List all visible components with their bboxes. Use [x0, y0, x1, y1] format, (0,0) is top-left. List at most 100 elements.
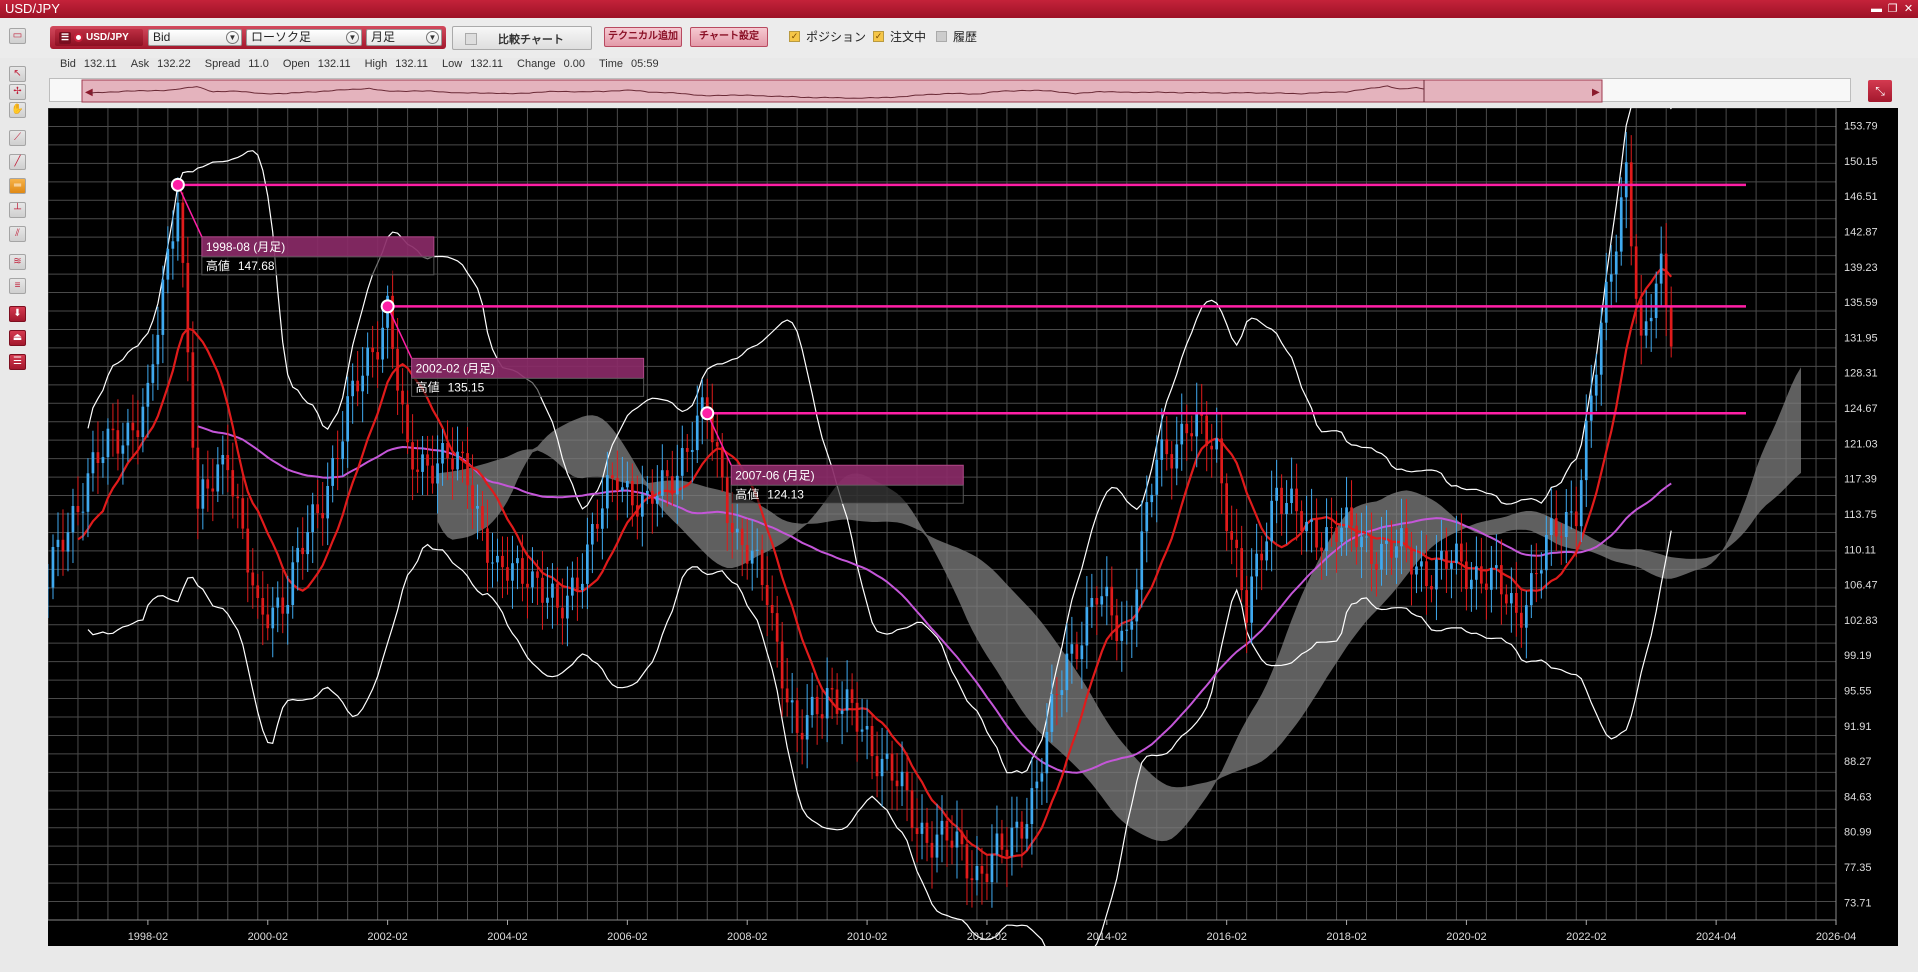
annotation-marker[interactable]: [700, 406, 715, 421]
candle-body: [71, 506, 75, 533]
list-icon[interactable]: ☰: [9, 354, 26, 370]
period-select[interactable]: 月足 ▼: [366, 29, 442, 46]
candle-body: [745, 545, 749, 564]
candle-body: [1415, 566, 1418, 575]
candle: [221, 435, 225, 495]
candle-body: [461, 451, 464, 454]
candle: [1235, 508, 1238, 578]
candle: [820, 687, 824, 739]
crosshair-cursor-icon[interactable]: ✢: [9, 84, 26, 100]
candle: [800, 709, 804, 765]
candle-body: [1495, 565, 1498, 568]
candle: [256, 573, 260, 619]
candle: [51, 534, 55, 600]
candle-body: [206, 479, 210, 489]
navigator-selection[interactable]: [81, 79, 1603, 103]
candle: [1015, 796, 1019, 853]
candle-body: [1185, 423, 1189, 434]
candlestick-chart[interactable]: 1998-08 (月足) 高値 147.68 2002-02 (月足) 高値 135.15…: [46, 92, 1898, 972]
cursor-icon[interactable]: ↖: [9, 66, 26, 82]
chart-type-select[interactable]: ローソク足 ▼: [246, 29, 362, 46]
candle-body: [760, 549, 764, 585]
candle-body: [541, 577, 544, 603]
candle: [301, 517, 304, 580]
chart-navigator[interactable]: ◀ ▶: [49, 78, 1852, 103]
candle-body: [551, 583, 554, 598]
candle: [1040, 757, 1044, 805]
alert-icon[interactable]: ⏏: [9, 330, 26, 346]
candle-body: [670, 476, 674, 495]
position-checkbox[interactable]: ✓: [789, 31, 800, 42]
candle-body: [855, 702, 859, 732]
chevron-down-icon[interactable]: ▼: [426, 31, 439, 44]
price-tick-label: 124.67: [1844, 403, 1878, 415]
download-icon[interactable]: ⬇: [9, 306, 26, 322]
line-icon[interactable]: ╱: [9, 154, 26, 170]
close-icon[interactable]: ✕: [1903, 3, 1914, 15]
candle-body: [76, 506, 80, 513]
fibonacci-icon[interactable]: ≋: [9, 254, 26, 270]
minimize-icon[interactable]: ▬: [1871, 3, 1882, 15]
annotation-marker[interactable]: [380, 299, 395, 314]
channel-icon[interactable]: ⫽: [9, 226, 26, 242]
navigator-overview[interactable]: ◀ ▶: [50, 79, 1852, 103]
candle: [1535, 543, 1538, 603]
navigator-right-handle-icon[interactable]: ▶: [1592, 87, 1600, 98]
candle-body: [1350, 507, 1353, 526]
orders-toggle[interactable]: ✓ 注文中: [873, 28, 926, 45]
candle: [1100, 569, 1104, 617]
time-tick-label: 2002-02: [367, 931, 407, 943]
candle: [321, 482, 324, 546]
layout-icon[interactable]: ▭: [9, 28, 26, 44]
candle: [341, 411, 344, 476]
text-lines-icon[interactable]: ≡: [9, 278, 26, 294]
history-checkbox[interactable]: [936, 31, 947, 42]
history-toggle[interactable]: 履歴: [936, 28, 977, 45]
time-tick-label: 2020-02: [1446, 931, 1486, 943]
candle-body: [1175, 444, 1179, 469]
candle: [261, 571, 265, 646]
candle-body: [1619, 197, 1623, 252]
chevron-down-icon[interactable]: ▼: [346, 31, 359, 44]
symbol-selector[interactable]: ☰ USD/JPY: [55, 29, 143, 46]
compare-chart-button[interactable]: 比較チャート: [452, 26, 592, 50]
candle: [396, 317, 399, 415]
price-type-select[interactable]: Bid ▼: [148, 29, 242, 46]
candle-body: [1355, 525, 1358, 548]
annotation-date: 2002-02 (月足): [416, 361, 495, 375]
candle: [885, 730, 889, 771]
candle-body: [201, 479, 205, 509]
compare-checkbox[interactable]: [465, 33, 477, 45]
candle: [1225, 473, 1228, 551]
trendline-icon[interactable]: ⟋: [9, 130, 26, 146]
horizontal-line-icon[interactable]: ═: [9, 178, 26, 194]
candle-body: [546, 597, 549, 603]
candle-body: [870, 726, 874, 757]
candle-body: [586, 544, 589, 584]
vertical-line-icon[interactable]: ┴: [9, 202, 26, 218]
candle-body: [1295, 488, 1298, 512]
zoom-toggle-icon[interactable]: ⤡: [1868, 80, 1892, 102]
hand-icon[interactable]: ✋: [9, 102, 26, 118]
price-tick-label: 95.55: [1844, 685, 1872, 697]
chevron-down-icon[interactable]: ▼: [226, 31, 239, 44]
candle: [1654, 271, 1658, 339]
position-toggle[interactable]: ✓ ポジション: [789, 28, 866, 45]
candle-body: [261, 598, 265, 615]
price-chart[interactable]: 1998-08 (月足) 高値 147.68 2002-02 (月足) 高値 135.15…: [46, 92, 1898, 972]
candle-body: [86, 473, 90, 512]
candle-body: [925, 822, 929, 843]
candle: [431, 435, 434, 494]
menu-icon[interactable]: ☰: [59, 31, 71, 44]
orders-checkbox[interactable]: ✓: [873, 31, 884, 42]
chart-settings-button[interactable]: チャート設定: [690, 27, 768, 47]
open-value: 132.11: [317, 58, 351, 70]
candle: [181, 192, 185, 288]
candle-body: [1669, 306, 1673, 347]
add-technical-button[interactable]: テクニカル追加: [604, 27, 682, 47]
restore-icon[interactable]: ❐: [1887, 3, 1898, 15]
annotation-marker[interactable]: [170, 177, 185, 192]
candle-body: [46, 587, 50, 589]
high-annotation[interactable]: 1998-08 (月足) 高値 147.68: [170, 177, 435, 276]
candle-body: [516, 558, 519, 564]
